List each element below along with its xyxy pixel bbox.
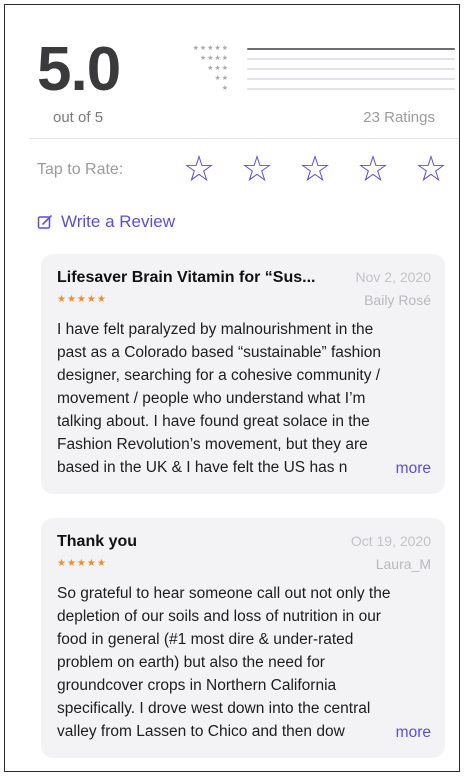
distribution-row-1: ★ bbox=[175, 85, 455, 93]
out-of-label: out of 5 bbox=[53, 109, 104, 126]
rate-star-3-icon[interactable]: ☆ bbox=[293, 149, 337, 189]
review-date: Nov 2, 2020 bbox=[355, 269, 432, 285]
rate-star-1-icon[interactable]: ☆ bbox=[177, 149, 221, 189]
divider bbox=[29, 138, 459, 139]
review-body-line: food in general (#1 most dire & under-ra… bbox=[57, 631, 354, 648]
write-review-link[interactable]: Write a Review bbox=[37, 212, 175, 232]
review-body: So grateful to hear someone call out not… bbox=[57, 582, 433, 743]
write-review-label: Write a Review bbox=[61, 212, 175, 231]
review-body: I have felt paralyzed by malnourishment … bbox=[57, 318, 433, 479]
review-body-line: depletion of our soils and loss of nutri… bbox=[57, 608, 381, 625]
review-body-line: problem on earth) but also the need for bbox=[57, 654, 325, 671]
review-author: Laura_M bbox=[375, 556, 431, 572]
distribution-bar-track bbox=[247, 58, 455, 60]
rate-star-5-icon[interactable]: ☆ bbox=[409, 149, 453, 189]
ratings-count: 23 Ratings bbox=[363, 109, 435, 126]
distribution-row-3: ★★★ bbox=[175, 65, 455, 73]
review-author: Baily Rosé bbox=[364, 292, 431, 308]
rate-star-2-icon[interactable]: ☆ bbox=[235, 149, 279, 189]
distribution-row-2: ★★ bbox=[175, 75, 455, 83]
distribution-row-4: ★★★★ bbox=[175, 55, 455, 63]
distribution-stars: ★★ bbox=[214, 75, 229, 82]
distribution-bar-track bbox=[247, 48, 455, 50]
distribution-bar-track bbox=[247, 68, 455, 70]
compose-icon bbox=[37, 215, 52, 229]
distribution-stars: ★★★★★ bbox=[192, 45, 229, 52]
review-body-line: I have felt paralyzed by malnourishment … bbox=[57, 321, 374, 338]
distribution-bar-track bbox=[247, 88, 455, 90]
review-body-line: groundcover crops in Northern California bbox=[57, 677, 337, 694]
review-card[interactable]: Lifesaver Brain Vitamin for “Sus... Nov … bbox=[41, 254, 445, 494]
review-card[interactable]: Thank you Oct 19, 2020 ★★★★★ Laura_M So … bbox=[41, 518, 445, 758]
ratings-panel: 5.0 out of 5 ★★★★★ ★★★★ ★★★ ★★ ★ 23 Rati… bbox=[4, 4, 460, 772]
review-body-line: So grateful to hear someone call out not… bbox=[57, 585, 391, 602]
review-title: Lifesaver Brain Vitamin for “Sus... bbox=[57, 269, 316, 286]
review-body-line: designer, searching for a cohesive commu… bbox=[57, 367, 381, 384]
rating-distribution: ★★★★★ ★★★★ ★★★ ★★ ★ bbox=[175, 45, 455, 97]
review-body-line: past as a Colorado based “sustainable” f… bbox=[57, 344, 381, 361]
rate-star-4-icon[interactable]: ☆ bbox=[351, 149, 395, 189]
tap-to-rate-label: Tap to Rate: bbox=[37, 161, 124, 178]
distribution-bar-track bbox=[247, 78, 455, 80]
distribution-bar-fill bbox=[247, 48, 455, 50]
distribution-stars: ★ bbox=[221, 85, 229, 92]
more-link[interactable]: more bbox=[371, 724, 431, 742]
average-score: 5.0 bbox=[37, 35, 121, 104]
distribution-stars: ★★★ bbox=[207, 65, 229, 72]
review-body-line: Fashion Revolution’s movement, but they … bbox=[57, 436, 368, 453]
more-link[interactable]: more bbox=[371, 460, 431, 478]
review-body-line: specifically. I drove west down into the… bbox=[57, 700, 371, 717]
distribution-stars: ★★★★ bbox=[199, 55, 229, 62]
review-body-line: movement / people who understand what I’… bbox=[57, 390, 366, 407]
review-date: Oct 19, 2020 bbox=[350, 533, 431, 549]
review-stars: ★★★★★ bbox=[57, 294, 107, 305]
distribution-row-5: ★★★★★ bbox=[175, 45, 455, 53]
tap-to-rate-stars: ☆ ☆ ☆ ☆ ☆ bbox=[177, 149, 453, 189]
review-title: Thank you bbox=[57, 533, 138, 550]
review-body-line: talking about. I have found great solace… bbox=[57, 413, 370, 430]
review-stars: ★★★★★ bbox=[57, 558, 107, 569]
